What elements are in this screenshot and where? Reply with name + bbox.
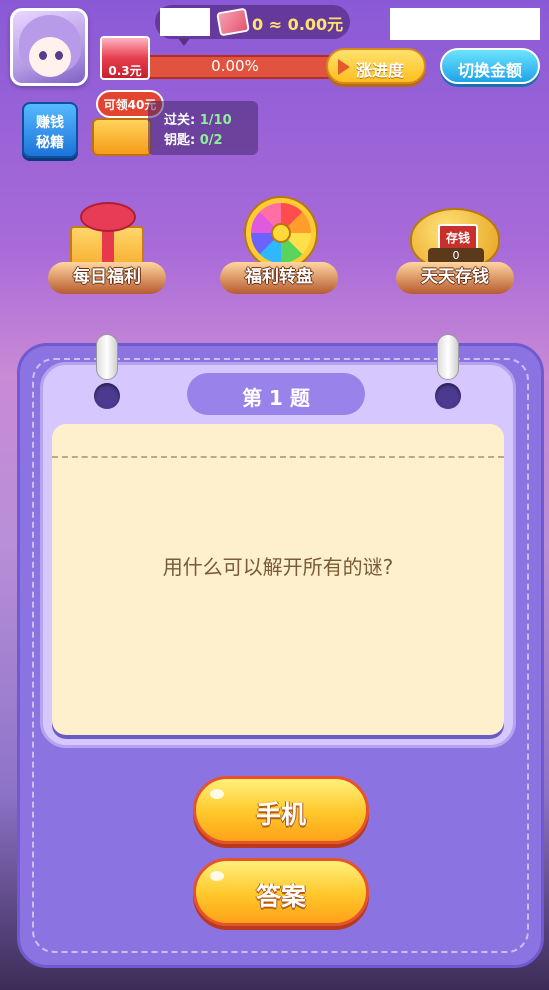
book-line2: 秘籍 [36,135,64,151]
envelope-amount: 0.3元 [108,64,142,78]
money-guide-book-button[interactable]: 赚钱 秘籍 [22,102,78,158]
cash-icon [216,7,250,37]
treasure-chest-icon[interactable] [92,118,152,156]
username-placeholder [160,8,210,36]
switch-amount-button[interactable]: 切换金额 [440,48,540,84]
play-icon [338,59,350,75]
blank-banner [390,8,540,40]
question-number-pill: 第 1 题 [187,373,365,415]
answer-option-label: 答案 [255,882,306,911]
binder-hole [94,383,120,409]
key-value: 0/2 [199,133,223,148]
daily-welfare-label: 每日福利 [48,262,166,294]
tooltip-arrow [178,38,190,46]
avatar-face [29,37,71,77]
daily-savings-label: 天天存钱 [396,262,514,294]
binder-hole [435,383,461,409]
level-value: 1/10 [199,113,232,128]
paper-dashed-line [52,456,504,458]
key-label: 钥匙: [164,133,200,148]
question-text: 用什么可以解开所有的谜? [162,555,394,579]
money-balance: 0 ≈ 0.00元 [252,15,344,34]
level-label: 过关: [164,113,200,128]
increase-progress-label: 涨进度 [356,61,405,80]
binder-ring [437,334,459,380]
gift-bow [80,202,136,232]
book-line1: 赚钱 [36,115,64,131]
user-avatar[interactable] [10,8,88,86]
daily-welfare-button[interactable]: 每日福利 [48,196,166,306]
question-number: 第 1 题 [242,386,310,410]
avatar-eye [55,51,63,60]
lucky-wheel-button[interactable]: 福利转盘 [220,196,338,306]
binder-ring [96,334,118,380]
answer-option-button[interactable]: 答案 [193,858,369,926]
increase-progress-button[interactable]: 涨进度 [326,48,426,84]
answer-option-button[interactable]: 手机 [193,776,369,844]
answer-option-label: 手机 [255,800,306,829]
daily-savings-button[interactable]: 存钱 0 天天存钱 [396,196,514,306]
switch-amount-label: 切换金额 [457,61,522,80]
level-panel: 过关: 1/10 钥匙: 0/2 [148,101,258,155]
wheel-hub [271,223,291,243]
avatar-eye [39,51,47,60]
lucky-wheel-label: 福利转盘 [220,262,338,294]
